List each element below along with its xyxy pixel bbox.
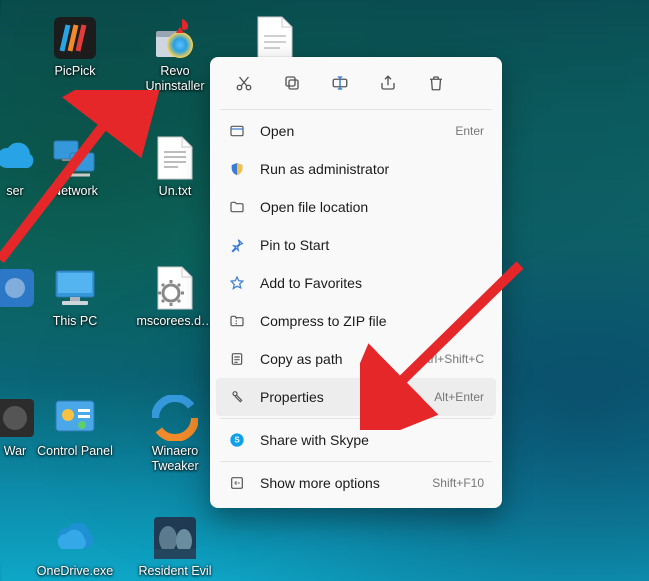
menu-item-properties[interactable]: Properties Alt+Enter xyxy=(216,378,496,416)
menu-item-open-location[interactable]: Open file location xyxy=(216,188,496,226)
desktop[interactable]: PicPick Revo Uninstaller xyxy=(0,0,649,581)
desktop-icon-label: mscorees.d… xyxy=(136,314,213,329)
trash-icon[interactable] xyxy=(416,67,456,99)
menu-item-copy-path[interactable]: Copy as path Ctrl+Shift+C xyxy=(216,340,496,378)
desktop-icon-mscorees[interactable]: mscorees.d… xyxy=(130,264,220,329)
skype-icon: S xyxy=(228,431,246,449)
zip-icon xyxy=(228,312,246,330)
menu-item-shortcut: Alt+Enter xyxy=(434,390,484,404)
separator xyxy=(220,461,492,462)
separator xyxy=(220,109,492,110)
revo-icon xyxy=(151,14,199,62)
desktop-icon-picpick[interactable]: PicPick xyxy=(30,14,120,79)
star-icon xyxy=(228,274,246,292)
copy-icon[interactable] xyxy=(272,67,312,99)
controlpanel-icon xyxy=(51,394,99,442)
desktop-icon-label: OneDrive.exe xyxy=(37,564,113,579)
menu-item-label: Pin to Start xyxy=(260,237,484,253)
onedrive-icon xyxy=(51,514,99,562)
separator xyxy=(220,418,492,419)
menu-item-shortcut: Shift+F10 xyxy=(432,476,484,490)
context-menu: Open Enter Run as administrator Open fil… xyxy=(210,57,502,508)
menu-item-label: Run as administrator xyxy=(260,161,484,177)
context-menu-top-row xyxy=(216,63,496,107)
desktop-icon-label: ser xyxy=(6,184,23,199)
menu-item-shortcut: Ctrl+Shift+C xyxy=(419,352,484,366)
menu-item-label: Open xyxy=(260,123,441,139)
desktop-icon-thispc[interactable]: This PC xyxy=(30,264,120,329)
menu-item-shortcut: Enter xyxy=(455,124,484,138)
winaero-icon xyxy=(151,394,199,442)
document-icon xyxy=(251,14,299,62)
svg-text:S: S xyxy=(234,436,240,445)
ini-icon xyxy=(151,264,199,312)
menu-item-label: Add to Favorites xyxy=(260,275,484,291)
folder-icon xyxy=(228,198,246,216)
menu-item-label: Show more options xyxy=(260,475,418,491)
menu-item-pin-start[interactable]: Pin to Start xyxy=(216,226,496,264)
desktop-icon-untxt[interactable]: Un.txt xyxy=(130,134,220,199)
menu-item-label: Share with Skype xyxy=(260,432,484,448)
shield-icon xyxy=(228,160,246,178)
menu-item-add-favorites[interactable]: Add to Favorites xyxy=(216,264,496,302)
menu-item-compress-zip[interactable]: Compress to ZIP file xyxy=(216,302,496,340)
pc-icon xyxy=(51,264,99,312)
desktop-icon-controlpanel[interactable]: Control Panel xyxy=(30,394,120,459)
txt-icon xyxy=(151,134,199,182)
properties-icon xyxy=(228,388,246,406)
menu-item-run-admin[interactable]: Run as administrator xyxy=(216,150,496,188)
cut-icon[interactable] xyxy=(224,67,264,99)
rename-icon[interactable] xyxy=(320,67,360,99)
share-icon[interactable] xyxy=(368,67,408,99)
desktop-icon-label: Control Panel xyxy=(37,444,113,459)
open-icon xyxy=(228,122,246,140)
desktop-icon-winaero[interactable]: Winaero Tweaker xyxy=(130,394,220,474)
menu-item-share-skype[interactable]: S Share with Skype xyxy=(216,421,496,459)
desktop-icon-label: Revo Uninstaller xyxy=(131,64,219,94)
desktop-icon-doc[interactable] xyxy=(230,14,320,62)
desktop-icon-onedrive[interactable]: OneDrive.exe xyxy=(30,514,120,579)
desktop-icon-label: Resident Evil xyxy=(139,564,212,579)
menu-item-label: Open file location xyxy=(260,199,484,215)
desktop-icon-label: PicPick xyxy=(55,64,96,79)
desktop-icon-label: War xyxy=(4,444,26,459)
menu-item-open[interactable]: Open Enter xyxy=(216,112,496,150)
desktop-icon-label: Un.txt xyxy=(159,184,192,199)
menu-item-label: Compress to ZIP file xyxy=(260,313,484,329)
picpick-icon xyxy=(51,14,99,62)
desktop-icon-revo[interactable]: Revo Uninstaller xyxy=(130,14,220,94)
more-icon xyxy=(228,474,246,492)
menu-item-label: Copy as path xyxy=(260,351,405,367)
desktop-icon-label: This PC xyxy=(53,314,97,329)
menu-item-label: Properties xyxy=(260,389,420,405)
game-icon xyxy=(151,514,199,562)
copy-path-icon xyxy=(228,350,246,368)
desktop-icon-residentevil[interactable]: Resident Evil xyxy=(130,514,220,579)
desktop-icon-network[interactable]: Network xyxy=(30,134,120,199)
network-icon xyxy=(51,134,99,182)
desktop-icon-label: Network xyxy=(52,184,98,199)
desktop-icon-label: Winaero Tweaker xyxy=(131,444,219,474)
pin-icon xyxy=(228,236,246,254)
menu-item-show-more[interactable]: Show more options Shift+F10 xyxy=(216,464,496,502)
